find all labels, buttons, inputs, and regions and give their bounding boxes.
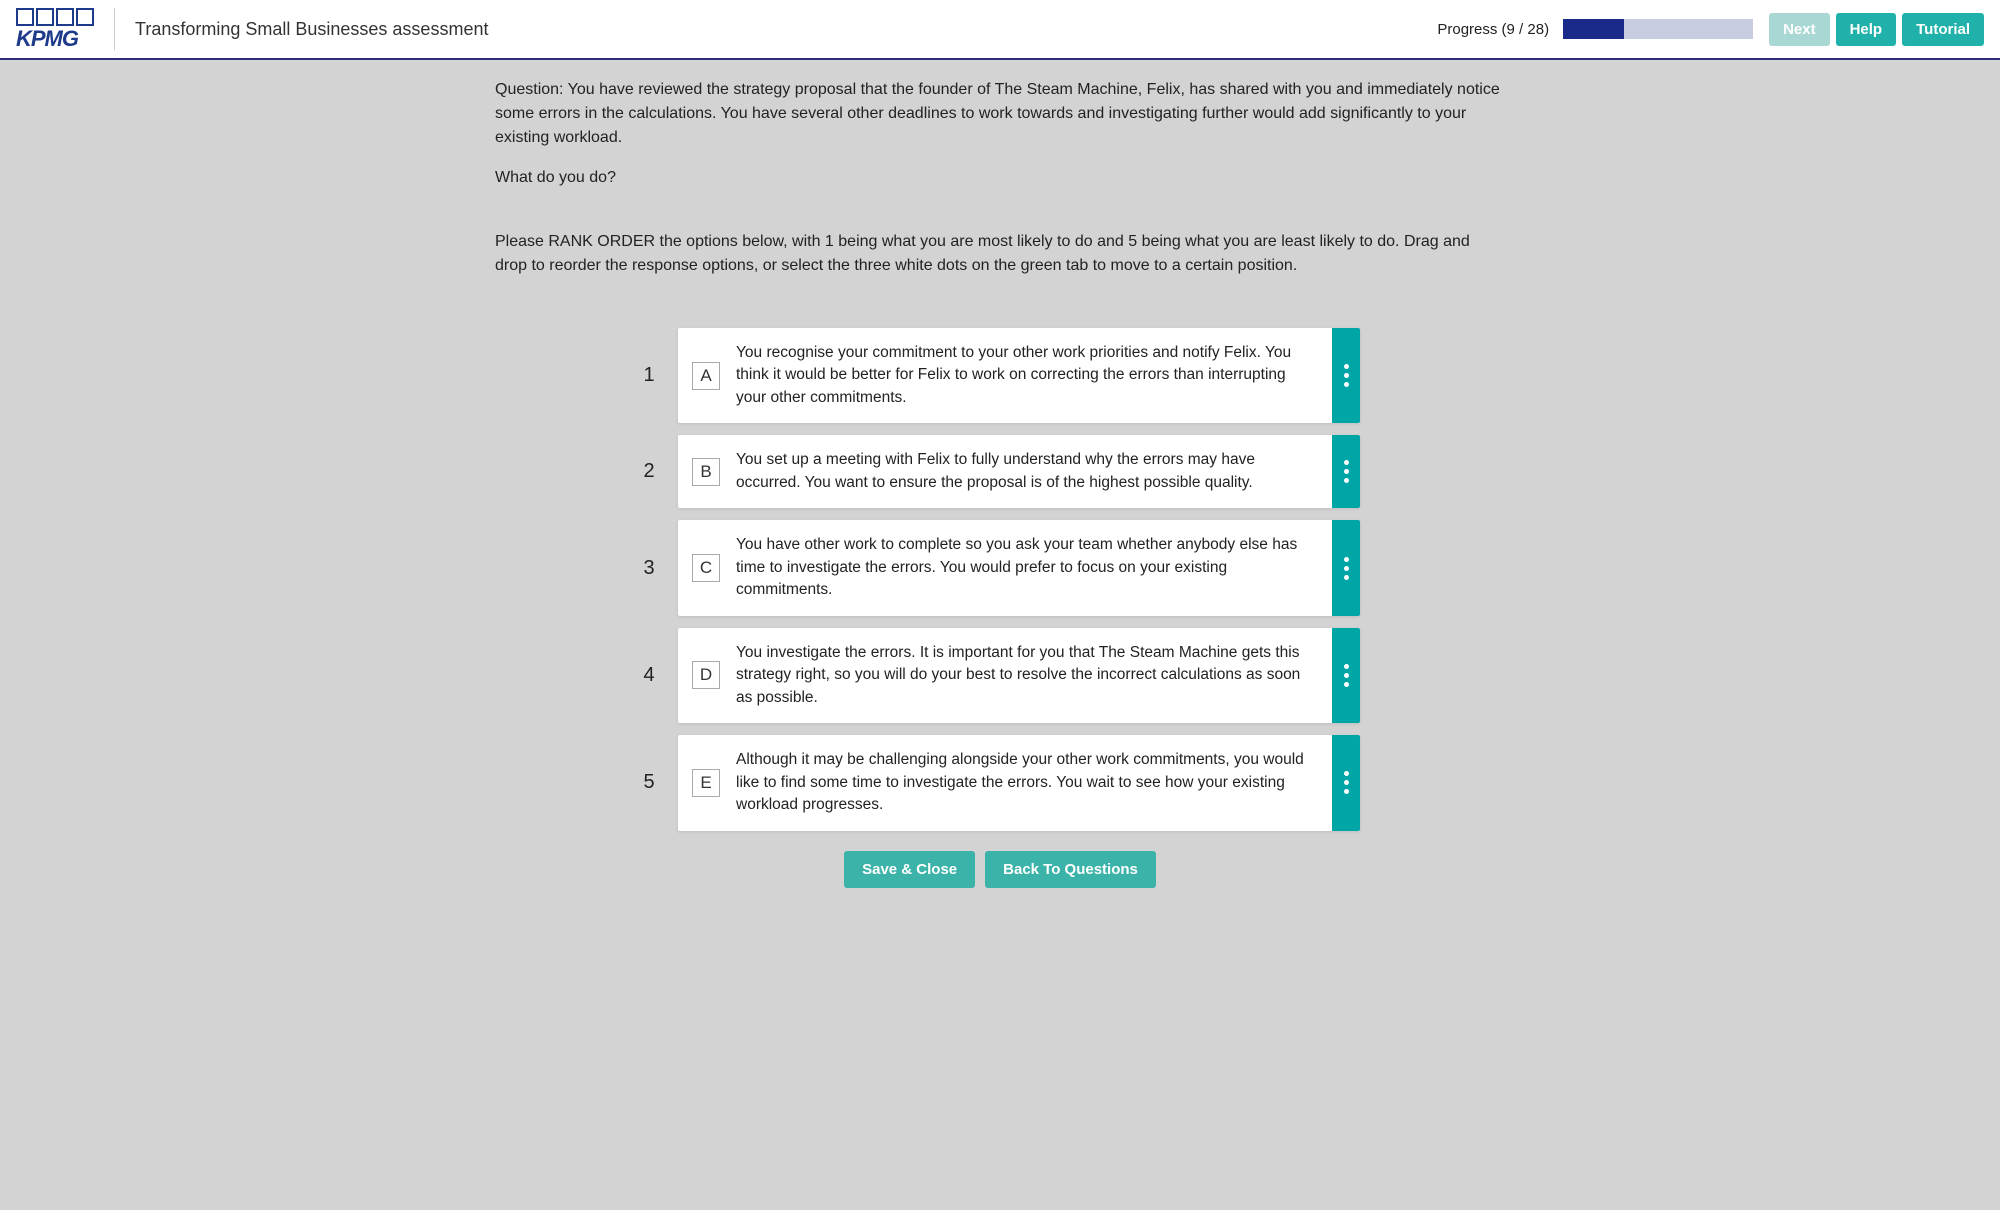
instructions: Please RANK ORDER the options below, wit… xyxy=(495,230,1505,278)
header: KPMG Transforming Small Businesses asses… xyxy=(0,0,2000,60)
rank-row: 5 E Although it may be challenging along… xyxy=(640,735,1360,830)
dots-icon xyxy=(1344,771,1349,794)
rank-area: 1 A You recognise your commitment to you… xyxy=(495,328,1505,831)
help-button[interactable]: Help xyxy=(1836,13,1897,46)
progress-fill xyxy=(1563,19,1624,39)
option-card[interactable]: A You recognise your commitment to your … xyxy=(678,328,1360,423)
option-letter: E xyxy=(692,769,720,797)
option-text: You have other work to complete so you a… xyxy=(736,534,1316,601)
drag-handle[interactable] xyxy=(1332,735,1360,830)
drag-handle[interactable] xyxy=(1332,628,1360,723)
logo-squares xyxy=(16,8,94,26)
save-close-button[interactable]: Save & Close xyxy=(844,851,975,888)
option-letter: B xyxy=(692,458,720,486)
question-prompt: What do you do? xyxy=(495,166,1505,190)
option-text: You set up a meeting with Felix to fully… xyxy=(736,449,1316,494)
back-to-questions-button[interactable]: Back To Questions xyxy=(985,851,1156,888)
dots-icon xyxy=(1344,460,1349,483)
option-card[interactable]: B You set up a meeting with Felix to ful… xyxy=(678,435,1360,508)
rank-number: 5 xyxy=(640,771,658,794)
next-button[interactable]: Next xyxy=(1769,13,1830,46)
option-card[interactable]: C You have other work to complete so you… xyxy=(678,520,1360,615)
option-card[interactable]: D You investigate the errors. It is impo… xyxy=(678,628,1360,723)
rank-row: 3 C You have other work to complete so y… xyxy=(640,520,1360,615)
progress-bar xyxy=(1563,19,1753,39)
drag-handle[interactable] xyxy=(1332,520,1360,615)
rank-number: 2 xyxy=(640,460,658,483)
option-letter: C xyxy=(692,554,720,582)
rank-row: 1 A You recognise your commitment to you… xyxy=(640,328,1360,423)
kpmg-logo: KPMG xyxy=(16,8,115,50)
option-letter: D xyxy=(692,661,720,689)
rank-row: 4 D You investigate the errors. It is im… xyxy=(640,628,1360,723)
dots-icon xyxy=(1344,557,1349,580)
option-text: Although it may be challenging alongside… xyxy=(736,749,1316,816)
dots-icon xyxy=(1344,664,1349,687)
option-text: You investigate the errors. It is import… xyxy=(736,642,1316,709)
logo-text: KPMG xyxy=(16,28,94,50)
rank-number: 3 xyxy=(640,557,658,580)
option-text: You recognise your commitment to your ot… xyxy=(736,342,1316,409)
footer-buttons: Save & Close Back To Questions xyxy=(495,831,1505,894)
progress-label: Progress (9 / 28) xyxy=(1437,21,1549,38)
question-text: Question: You have reviewed the strategy… xyxy=(495,78,1505,150)
content: Question: You have reviewed the strategy… xyxy=(485,60,1515,894)
rank-number: 4 xyxy=(640,664,658,687)
option-card[interactable]: E Although it may be challenging alongsi… xyxy=(678,735,1360,830)
assessment-title: Transforming Small Businesses assessment xyxy=(135,19,488,40)
rank-row: 2 B You set up a meeting with Felix to f… xyxy=(640,435,1360,508)
option-letter: A xyxy=(692,362,720,390)
rank-number: 1 xyxy=(640,364,658,387)
progress: Progress (9 / 28) xyxy=(1437,19,1753,39)
tutorial-button[interactable]: Tutorial xyxy=(1902,13,1984,46)
drag-handle[interactable] xyxy=(1332,328,1360,423)
dots-icon xyxy=(1344,364,1349,387)
drag-handle[interactable] xyxy=(1332,435,1360,508)
